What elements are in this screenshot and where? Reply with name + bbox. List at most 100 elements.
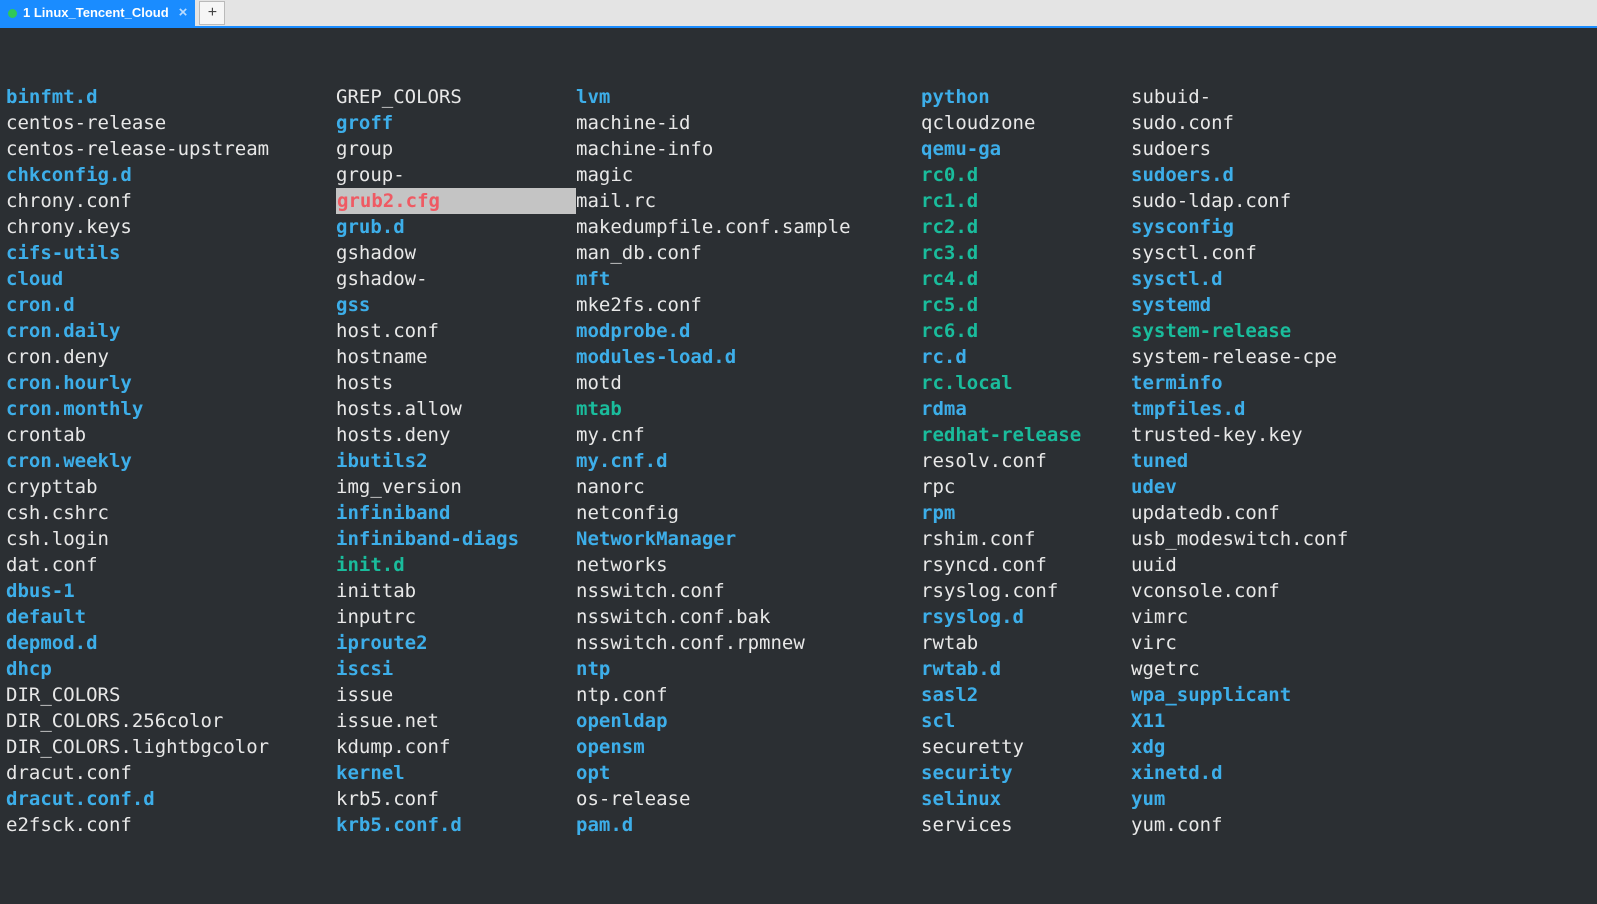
ls-entry[interactable]: wgetrc [1131, 656, 1431, 682]
ls-entry[interactable]: grub.d [336, 214, 576, 240]
ls-entry[interactable]: dhcp [6, 656, 336, 682]
ls-entry[interactable]: udev [1131, 474, 1431, 500]
ls-entry[interactable]: securetty [921, 734, 1131, 760]
ls-entry[interactable]: mail.rc [576, 188, 921, 214]
ls-entry[interactable]: infiniband-diags [336, 526, 576, 552]
ls-entry[interactable]: krb5.conf [336, 786, 576, 812]
ls-entry[interactable]: system-release-cpe [1131, 344, 1431, 370]
ls-entry[interactable]: qemu-ga [921, 136, 1131, 162]
ls-entry[interactable]: nsswitch.conf.rpmnew [576, 630, 921, 656]
ls-entry[interactable]: rsyslog.conf [921, 578, 1131, 604]
ls-entry[interactable]: xdg [1131, 734, 1431, 760]
ls-entry[interactable]: ibutils2 [336, 448, 576, 474]
ls-entry[interactable]: DIR_COLORS.256color [6, 708, 336, 734]
ls-entry[interactable]: tmpfiles.d [1131, 396, 1431, 422]
ls-entry[interactable]: hosts.allow [336, 396, 576, 422]
ls-entry[interactable]: rc5.d [921, 292, 1131, 318]
ls-entry[interactable]: iscsi [336, 656, 576, 682]
ls-entry[interactable]: kdump.conf [336, 734, 576, 760]
ls-entry[interactable]: groff [336, 110, 576, 136]
ls-entry[interactable]: rwtab.d [921, 656, 1131, 682]
ls-entry[interactable]: rshim.conf [921, 526, 1131, 552]
ls-entry[interactable]: scl [921, 708, 1131, 734]
ls-entry[interactable]: nsswitch.conf.bak [576, 604, 921, 630]
ls-entry[interactable]: hosts [336, 370, 576, 396]
ls-entry[interactable]: machine-info [576, 136, 921, 162]
ls-entry[interactable]: kernel [336, 760, 576, 786]
ls-entry[interactable]: hostname [336, 344, 576, 370]
ls-entry[interactable]: rc.d [921, 344, 1131, 370]
ls-entry[interactable]: hosts.deny [336, 422, 576, 448]
ls-entry[interactable]: rpc [921, 474, 1131, 500]
ls-entry[interactable]: binfmt.d [6, 84, 336, 110]
ls-entry[interactable]: crypttab [6, 474, 336, 500]
ls-entry[interactable]: krb5.conf.d [336, 812, 576, 838]
ls-entry[interactable]: rc6.d [921, 318, 1131, 344]
ls-entry[interactable]: terminfo [1131, 370, 1431, 396]
ls-entry[interactable]: usb_modeswitch.conf [1131, 526, 1431, 552]
ls-entry[interactable]: updatedb.conf [1131, 500, 1431, 526]
ls-entry[interactable]: sudo-ldap.conf [1131, 188, 1431, 214]
ls-entry[interactable]: man_db.conf [576, 240, 921, 266]
ls-entry[interactable]: centos-release-upstream [6, 136, 336, 162]
ls-entry[interactable]: makedumpfile.conf.sample [576, 214, 921, 240]
ls-entry[interactable]: system-release [1131, 318, 1431, 344]
ls-entry[interactable]: infiniband [336, 500, 576, 526]
ls-entry[interactable]: modules-load.d [576, 344, 921, 370]
ls-entry[interactable]: yum [1131, 786, 1431, 812]
ls-entry[interactable]: redhat-release [921, 422, 1131, 448]
ls-entry[interactable]: rc3.d [921, 240, 1131, 266]
ls-entry[interactable]: my.cnf.d [576, 448, 921, 474]
ls-entry[interactable]: grub2.cfg [336, 188, 576, 214]
ls-entry[interactable]: DIR_COLORS.lightbgcolor [6, 734, 336, 760]
ls-entry[interactable]: rc2.d [921, 214, 1131, 240]
ls-entry[interactable]: e2fsck.conf [6, 812, 336, 838]
ls-entry[interactable]: mke2fs.conf [576, 292, 921, 318]
ls-entry[interactable]: opensm [576, 734, 921, 760]
ls-entry[interactable]: csh.login [6, 526, 336, 552]
ls-entry[interactable]: dracut.conf.d [6, 786, 336, 812]
ls-entry[interactable]: nanorc [576, 474, 921, 500]
ls-entry[interactable]: inittab [336, 578, 576, 604]
ls-entry[interactable]: rc0.d [921, 162, 1131, 188]
ls-entry[interactable]: my.cnf [576, 422, 921, 448]
ls-entry[interactable]: trusted-key.key [1131, 422, 1431, 448]
ls-entry[interactable]: qcloudzone [921, 110, 1131, 136]
ls-entry[interactable]: gss [336, 292, 576, 318]
ls-entry[interactable]: virc [1131, 630, 1431, 656]
ls-entry[interactable]: sudo.conf [1131, 110, 1431, 136]
ls-entry[interactable]: magic [576, 162, 921, 188]
ls-entry[interactable]: cron.d [6, 292, 336, 318]
ls-entry[interactable]: sysctl.d [1131, 266, 1431, 292]
ls-entry[interactable]: vimrc [1131, 604, 1431, 630]
ls-entry[interactable]: X11 [1131, 708, 1431, 734]
ls-entry[interactable]: networks [576, 552, 921, 578]
ls-entry[interactable]: chkconfig.d [6, 162, 336, 188]
ls-entry[interactable]: depmod.d [6, 630, 336, 656]
new-tab-button[interactable]: + [199, 1, 225, 25]
ls-entry[interactable]: resolv.conf [921, 448, 1131, 474]
ls-entry[interactable]: cloud [6, 266, 336, 292]
ls-entry[interactable]: chrony.keys [6, 214, 336, 240]
ls-entry[interactable]: cron.hourly [6, 370, 336, 396]
ls-entry[interactable]: rdma [921, 396, 1131, 422]
ls-entry[interactable]: uuid [1131, 552, 1431, 578]
ls-entry[interactable]: csh.cshrc [6, 500, 336, 526]
ls-entry[interactable]: inputrc [336, 604, 576, 630]
ls-entry[interactable]: tuned [1131, 448, 1431, 474]
ls-entry[interactable]: init.d [336, 552, 576, 578]
ls-entry[interactable]: motd [576, 370, 921, 396]
ls-entry[interactable]: cron.weekly [6, 448, 336, 474]
ls-entry[interactable]: openldap [576, 708, 921, 734]
ls-entry[interactable]: group [336, 136, 576, 162]
ls-entry[interactable]: rsyslog.d [921, 604, 1131, 630]
ls-entry[interactable]: dat.conf [6, 552, 336, 578]
ls-entry[interactable]: dbus-1 [6, 578, 336, 604]
close-icon[interactable]: × [175, 0, 188, 26]
ls-entry[interactable]: iproute2 [336, 630, 576, 656]
ls-entry[interactable]: pam.d [576, 812, 921, 838]
ls-entry[interactable]: GREP_COLORS [336, 84, 576, 110]
ls-entry[interactable]: group- [336, 162, 576, 188]
ls-entry[interactable]: cifs-utils [6, 240, 336, 266]
ls-entry[interactable]: centos-release [6, 110, 336, 136]
